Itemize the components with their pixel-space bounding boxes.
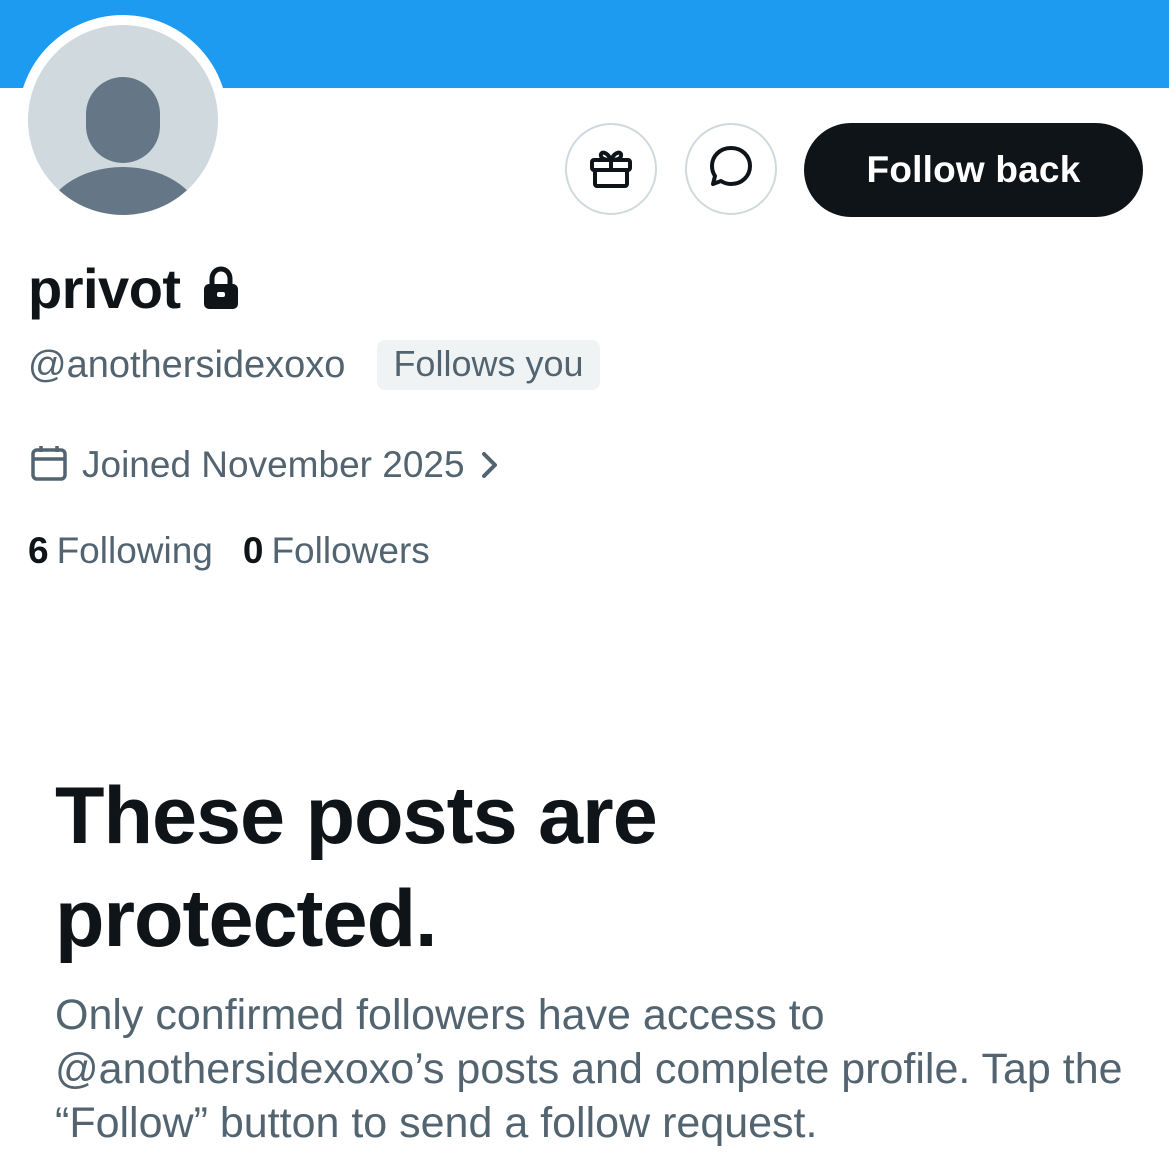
lock-icon	[201, 265, 241, 311]
chevron-right-icon	[479, 450, 501, 480]
following-label: Following	[56, 530, 213, 571]
display-name-row: privot	[28, 252, 241, 324]
follows-you-badge: Follows you	[377, 340, 600, 390]
avatar[interactable]	[18, 15, 228, 225]
message-button[interactable]	[685, 123, 777, 215]
followers-count: 0	[242, 530, 264, 571]
user-handle: @anothersidexoxo	[28, 343, 346, 386]
display-name: privot	[28, 256, 181, 320]
follow-back-button[interactable]: Follow back	[804, 123, 1143, 217]
joined-date-row[interactable]: Joined November 2025	[30, 440, 501, 490]
default-avatar-icon	[28, 25, 218, 215]
profile-page: Follow back privot @anothersidexoxo Foll…	[0, 0, 1169, 1169]
message-icon	[705, 141, 757, 198]
calendar-icon	[30, 444, 68, 487]
following-stat-link[interactable]: 6 Following	[28, 530, 213, 572]
followers-stat-link[interactable]: 0 Followers	[243, 530, 430, 572]
gift-icon	[587, 143, 635, 196]
joined-date-text: Joined November 2025	[82, 444, 465, 485]
gift-button[interactable]	[565, 123, 657, 215]
protected-posts-title: These posts are protected.	[55, 771, 658, 964]
following-count: 6	[28, 530, 49, 571]
followers-label: Followers	[271, 530, 430, 571]
protected-posts-description: Only confirmed followers have access to …	[55, 991, 1123, 1147]
follow-stats: 6 Following 0 Followers	[28, 525, 430, 577]
handle-row: @anothersidexoxo Follows you	[28, 338, 600, 392]
